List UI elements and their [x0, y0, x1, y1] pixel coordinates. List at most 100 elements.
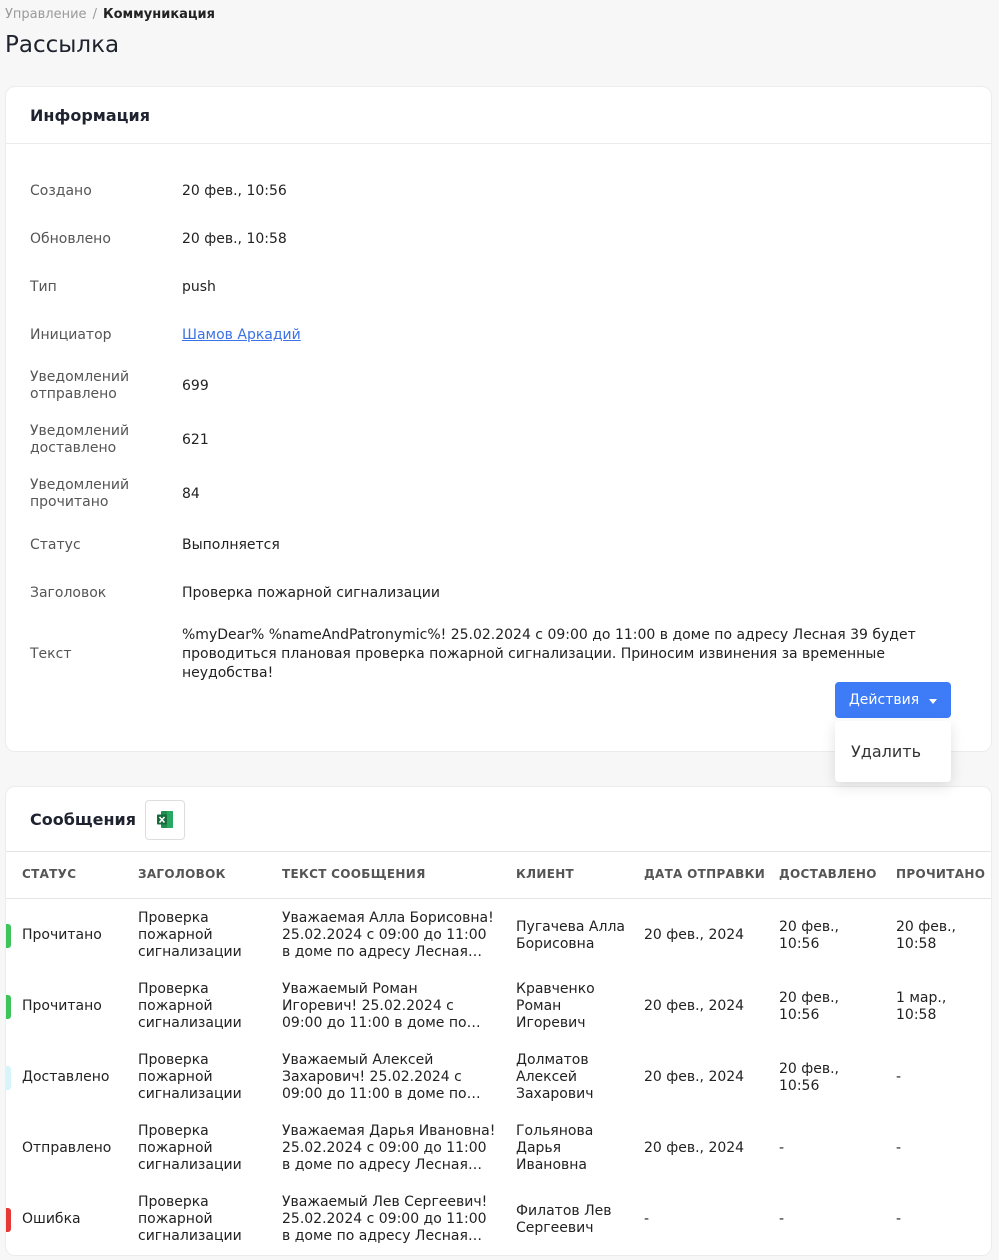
cell-client-text: Филатов Лев Сергеевич	[516, 1202, 612, 1236]
cell-client-text: Пугачева Алла Борисовна	[516, 918, 625, 952]
cell-read: 1 мар., 10:58	[896, 971, 986, 1042]
actions-dropdown-button[interactable]: Действия	[835, 682, 951, 718]
cell-text: Уважаемый Алексей Захарович! 25.02.2024 …	[282, 1042, 497, 1113]
cell-delivered-text: 20 фев., 10:56	[779, 918, 839, 952]
cell-title: Проверка пожарной сигнализации	[138, 1113, 274, 1184]
info-value: %myDear% %nameAndPatronymic%! 25.02.2024…	[182, 627, 916, 681]
cell-title-text: Проверка пожарной сигнализации	[138, 1123, 242, 1173]
column-header-delivered[interactable]: ДОСТАВЛЕНО	[779, 867, 877, 881]
cell-sent-text: -	[644, 1211, 650, 1227]
cell-read: -	[896, 1113, 986, 1184]
cell-text: Уважаемая Алла Борисовна! 25.02.2024 с 0…	[282, 900, 497, 971]
info-row-read-count: Уведомлений прочитано 84	[30, 477, 967, 511]
table-row[interactable]: Доставлено Проверка пожарной сигнализации…	[6, 1042, 991, 1113]
cell-text: Уважаемый Роман Игоревич! 25.02.2024 с 0…	[282, 971, 497, 1042]
info-value: 621	[182, 431, 209, 448]
info-value: push	[182, 279, 216, 295]
cell-sent-text: 20 фев., 2024	[644, 1069, 745, 1085]
cell-read: -	[896, 1184, 986, 1255]
caret-down-icon	[929, 698, 938, 704]
info-label: Инициатор	[30, 327, 112, 343]
cell-sent-text: 20 фев., 2024	[644, 1140, 745, 1156]
info-row-title: Заголовок Проверка пожарной сигнализации	[30, 584, 967, 603]
delete-menu-item[interactable]: Удалить	[835, 742, 921, 761]
cell-read-text: 1 мар., 10:58	[896, 989, 947, 1023]
status-indicator	[6, 924, 11, 948]
info-label: Статус	[30, 537, 81, 553]
status-indicator	[6, 995, 11, 1019]
cell-title-text: Проверка пожарной сигнализации	[138, 1194, 242, 1244]
cell-sent: 20 фев., 2024	[644, 1042, 769, 1113]
cell-title: Проверка пожарной сигнализации	[138, 900, 274, 971]
info-value: 699	[182, 377, 209, 394]
cell-read: 20 фев., 10:58	[896, 900, 986, 971]
info-card-title: Информация	[30, 105, 150, 125]
breadcrumb: Управление / Коммуникация	[5, 7, 215, 22]
cell-status: Доставлено	[22, 1042, 132, 1113]
cell-status-text: Прочитано	[22, 998, 102, 1014]
messages-header: Сообщения	[6, 787, 991, 852]
cell-text-text: Уважаемый Алексей Захарович! 25.02.2024 …	[282, 1052, 467, 1102]
column-header-status[interactable]: СТАТУС	[22, 867, 76, 881]
cell-text-text: Уважаемая Дарья Ивановна! 25.02.2024 с 0…	[282, 1123, 496, 1173]
cell-title: Проверка пожарной сигнализации	[138, 1042, 274, 1113]
cell-client: Филатов Лев Сергеевич	[516, 1184, 626, 1255]
cell-read-text: 20 фев., 10:58	[896, 918, 956, 952]
cell-client-text: Гольянова Дарья Ивановна	[516, 1123, 594, 1173]
export-excel-button[interactable]	[144, 799, 185, 840]
cell-title: Проверка пожарной сигнализации	[138, 971, 274, 1042]
column-header-title[interactable]: ЗАГОЛОВОК	[138, 867, 226, 881]
cell-status: Прочитано	[22, 900, 132, 971]
cell-read-text: -	[896, 1069, 902, 1085]
cell-status-text: Ошибка	[22, 1211, 81, 1227]
info-row-delivered-count: Уведомлений доставлено 621	[30, 423, 967, 457]
cell-status-text: Доставлено	[22, 1069, 110, 1085]
info-value: 20 фев., 10:56	[182, 183, 287, 199]
cell-delivered-text: -	[779, 1140, 785, 1156]
messages-table-header: СТАТУС ЗАГОЛОВОК ТЕКСТ СООБЩЕНИЯ КЛИЕНТ …	[6, 851, 991, 899]
cell-title-text: Проверка пожарной сигнализации	[138, 1052, 242, 1102]
messages-title: Сообщения	[30, 810, 136, 829]
actions-dropdown-menu: Удалить	[835, 721, 951, 782]
info-label: Обновлено	[30, 231, 111, 247]
cell-title-text: Проверка пожарной сигнализации	[138, 981, 242, 1031]
cell-client: Долматов Алексей Захарович	[516, 1042, 626, 1113]
cell-text-text: Уважаемая Алла Борисовна! 25.02.2024 с 0…	[282, 910, 494, 960]
cell-title-text: Проверка пожарной сигнализации	[138, 910, 242, 960]
cell-text-text: Уважаемый Роман Игоревич! 25.02.2024 с 0…	[282, 981, 467, 1031]
info-value: 20 фев., 10:58	[182, 231, 287, 247]
initiator-link[interactable]: Шамов Аркадий	[182, 326, 301, 345]
column-header-read[interactable]: ПРОЧИТАНО	[896, 867, 985, 881]
info-row-initiator: Инициатор Шамов Аркадий	[30, 326, 967, 345]
column-header-text[interactable]: ТЕКСТ СООБЩЕНИЯ	[282, 867, 426, 881]
cell-text: Уважаемая Дарья Ивановна! 25.02.2024 с 0…	[282, 1113, 497, 1184]
page-title: Рассылка	[5, 32, 120, 58]
excel-icon	[156, 811, 173, 828]
messages-card: Сообщения СТАТУС ЗАГОЛОВОК ТЕКСТ СООБЩЕН…	[5, 786, 992, 1256]
info-row-updated: Обновлено 20 фев., 10:58	[30, 230, 967, 249]
info-label: Текст	[30, 646, 72, 662]
table-row[interactable]: Прочитано Проверка пожарной сигнализации У…	[6, 900, 991, 971]
cell-status-text: Прочитано	[22, 927, 102, 943]
info-row-text: Текст %myDear% %nameAndPatronymic%! 25.0…	[30, 626, 967, 683]
column-header-sent-date[interactable]: ДАТА ОТПРАВКИ	[644, 867, 765, 881]
cell-client: Кравченко Роман Игоревич	[516, 971, 626, 1042]
cell-delivered-text: 20 фев., 10:56	[779, 1060, 839, 1094]
status-indicator	[6, 1137, 11, 1161]
breadcrumb-parent-link[interactable]: Управление	[5, 7, 87, 22]
cell-status: Прочитано	[22, 971, 132, 1042]
info-label: Заголовок	[30, 585, 107, 601]
cell-text-text: Уважаемый Лев Сергеевич! 25.02.2024 с 09…	[282, 1194, 488, 1244]
cell-delivered-text: 20 фев., 10:56	[779, 989, 839, 1023]
breadcrumb-current: Коммуникация	[102, 7, 216, 22]
cell-client-text: Кравченко Роман Игоревич	[516, 981, 595, 1031]
table-row[interactable]: Отправлено Проверка пожарной сигнализации…	[6, 1113, 991, 1184]
table-row[interactable]: Прочитано Проверка пожарной сигнализации У…	[6, 971, 991, 1042]
breadcrumb-separator: /	[92, 7, 97, 22]
cell-delivered: 20 фев., 10:56	[779, 900, 879, 971]
info-value: 84	[182, 485, 200, 502]
info-label: Уведомлений доставлено	[30, 423, 130, 456]
table-row[interactable]: Ошибка Проверка пожарной сигнализации Уваж…	[6, 1184, 991, 1255]
column-header-client[interactable]: КЛИЕНТ	[516, 867, 574, 881]
cell-client: Гольянова Дарья Ивановна	[516, 1113, 626, 1184]
